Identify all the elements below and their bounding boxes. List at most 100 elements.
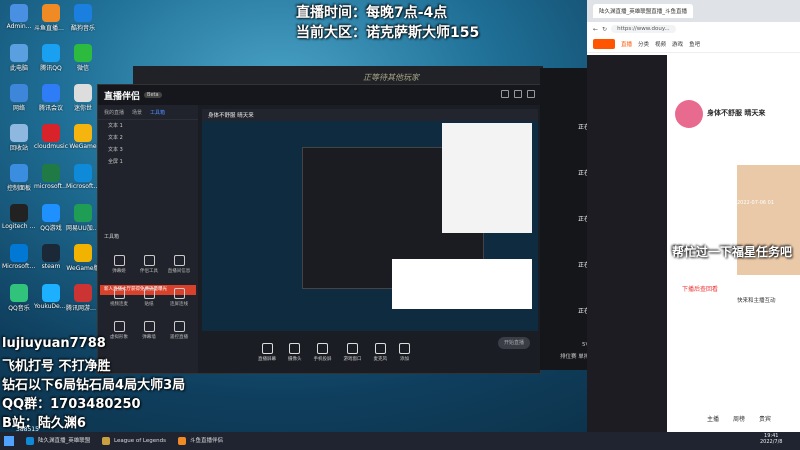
taskbar-item-streamer[interactable]: 斗鱼直播伴侣 xyxy=(176,435,232,447)
desktop-icon[interactable]: 控制面板 xyxy=(2,164,36,192)
source-label: 添加 xyxy=(400,356,409,362)
avatar[interactable] xyxy=(675,100,703,128)
source-icon xyxy=(374,342,386,354)
douyu-logo[interactable] xyxy=(593,39,615,49)
app-icon xyxy=(42,44,60,62)
nav-live[interactable]: 直播 xyxy=(621,40,632,48)
source-button[interactable]: 麦克风 xyxy=(374,342,387,362)
desktop-icon[interactable]: 此电脑 xyxy=(2,44,36,72)
source-button[interactable]: 添加 xyxy=(399,342,410,362)
tool-item[interactable]: 虚拟形象 xyxy=(104,321,134,340)
browser-tab[interactable]: 陆久渊直播_英雄联盟直播_斗鱼直播 xyxy=(593,4,694,18)
desktop-icon[interactable]: Admin... xyxy=(2,4,36,30)
desktop-icon-label: WeGame版 xyxy=(66,265,100,272)
source-label: 直播屏幕 xyxy=(258,356,276,362)
scene-item[interactable]: 文本 1 xyxy=(98,120,198,132)
desktop-icon[interactable]: Microsoft Edge xyxy=(66,164,100,190)
source-icon xyxy=(317,342,328,354)
desktop-icon[interactable]: QQ音乐 xyxy=(2,284,36,312)
desktop-icon[interactable]: 回收站 xyxy=(2,124,36,152)
tool-item[interactable]: 弹幕墙 xyxy=(134,321,164,340)
desktop-icon[interactable]: YoukuDes... xyxy=(34,284,68,310)
desktop-icon[interactable]: 迷你世 xyxy=(66,84,100,112)
tab-week[interactable]: 周榜 xyxy=(733,414,745,423)
source-button[interactable]: 摄像头 xyxy=(288,342,302,362)
desktop-icon[interactable]: QQ游戏 xyxy=(34,204,68,232)
stream-date: 2022-07-06 01 xyxy=(737,200,775,206)
reload-icon[interactable]: ↻ xyxy=(602,26,607,33)
start-live-button[interactable]: 开始直播 xyxy=(498,337,530,349)
minimize-icon[interactable] xyxy=(501,90,509,98)
desktop-icon[interactable]: 酷狗音乐 xyxy=(66,4,100,32)
desktop-icon[interactable]: Logitech G HUB xyxy=(2,204,36,230)
scene-item[interactable]: 文本 3 xyxy=(98,144,198,156)
tool-item[interactable]: 连屏连线 xyxy=(164,288,194,307)
close-icon[interactable] xyxy=(527,90,535,98)
desktop-icon-label: 此电脑 xyxy=(9,65,28,72)
tool-item[interactable]: 遥控直播 xyxy=(164,321,194,340)
left-tabs: 我的直播 场景 工具箱 xyxy=(98,105,198,120)
desktop-icon[interactable]: 网络 xyxy=(2,84,36,112)
tool-label: 弹幕墙 xyxy=(142,335,156,340)
tool-item[interactable]: 直播间信息 xyxy=(164,255,194,274)
source-button[interactable]: 游戏窗口 xyxy=(343,342,362,362)
overlay-help-text: 帮忙过一下福星任务吧 xyxy=(672,245,793,259)
windows-start-icon[interactable] xyxy=(4,436,14,446)
tool-item[interactable]: 贴纸 xyxy=(134,288,164,307)
back-icon[interactable]: ← xyxy=(593,26,598,33)
app-icon xyxy=(74,204,92,222)
tool-item[interactable]: 伴侣工具 xyxy=(134,255,164,274)
desktop-icon[interactable]: WeGame xyxy=(66,124,100,150)
source-button[interactable]: 直播屏幕 xyxy=(258,342,276,362)
tool-item[interactable]: 视频连麦 xyxy=(104,288,134,307)
nav-video[interactable]: 视频 xyxy=(655,40,666,48)
desktop-icon-label: Logitech G HUB xyxy=(2,223,36,230)
desktop-icon-label: 网络 xyxy=(12,105,25,112)
taskbar-item-lol[interactable]: League of Legends xyxy=(100,435,174,447)
desktop-icon-label: 迷你世 xyxy=(73,105,92,112)
nav-fishbar[interactable]: 鱼吧 xyxy=(689,40,700,48)
overlay-id: lujiuyuan7788 xyxy=(2,336,106,351)
source-label: 游戏窗口 xyxy=(343,356,362,362)
tab-my-live[interactable]: 我的直播 xyxy=(104,109,124,116)
desktop-icon-label: 斗鱼直播伴侣 xyxy=(34,25,68,32)
desktop-icon-label: cloudmusic xyxy=(34,143,68,150)
nav-game[interactable]: 游戏 xyxy=(672,40,683,48)
browser-tabbar: 陆久渊直播_英雄联盟直播_斗鱼直播 xyxy=(587,0,800,22)
tool-label: 虚拟形象 xyxy=(110,335,128,340)
tab-anchor[interactable]: 主播 xyxy=(707,414,719,423)
desktop-icon[interactable]: 腾讯会议 xyxy=(34,84,68,112)
edge-icon xyxy=(26,437,34,445)
desktop-icon-label: Microsoft Store xyxy=(2,263,36,270)
app-icon xyxy=(42,84,60,102)
scene-item[interactable]: 全屏 1 xyxy=(98,156,198,168)
tab-toolbox[interactable]: 工具箱 xyxy=(150,109,165,116)
maximize-icon[interactable] xyxy=(514,90,522,98)
desktop-icon[interactable]: steam xyxy=(34,244,68,270)
desktop-icon[interactable]: 斗鱼直播伴侣 xyxy=(34,4,68,32)
clock[interactable]: 19:41 2022/7/8 xyxy=(760,433,782,445)
desktop-icon[interactable]: 网易UU加速器 xyxy=(66,204,100,232)
tool-icon xyxy=(143,288,155,299)
app-icon xyxy=(42,164,60,182)
source-label: 手机投屏 xyxy=(313,356,332,362)
url-input[interactable]: https://www.douy... xyxy=(611,25,676,33)
source-button[interactable]: 手机投屏 xyxy=(313,342,332,362)
tool-item[interactable]: 弹幕姬 xyxy=(104,255,134,274)
desktop-icon[interactable]: microsoftexcel xyxy=(34,164,68,190)
desktop-icon[interactable]: 微信 xyxy=(66,44,100,72)
source-icon xyxy=(289,342,301,354)
tab-scene[interactable]: 场景 xyxy=(132,109,142,116)
desktop-icon[interactable]: 腾讯QQ xyxy=(34,44,68,72)
nav-category[interactable]: 分类 xyxy=(638,40,649,48)
desktop-icon[interactable]: 腾讯网游加速器 xyxy=(66,284,100,312)
desktop-icon[interactable]: WeGame版 xyxy=(66,244,100,272)
scene-item[interactable]: 文本 2 xyxy=(98,132,198,144)
left-panel: 我的直播 场景 工具箱 文本 1 文本 2 文本 3 全屏 1 工具箱 新人直播… xyxy=(98,105,198,373)
app-icon xyxy=(10,204,28,222)
desktop-icon[interactable]: cloudmusic xyxy=(34,124,68,150)
tab-vip[interactable]: 贵宾 xyxy=(759,414,771,423)
desktop-icon[interactable]: Microsoft Store xyxy=(2,244,36,270)
app-icon xyxy=(42,204,60,222)
taskbar-item-browser[interactable]: 陆久渊直播_英雄联盟 xyxy=(24,435,98,447)
